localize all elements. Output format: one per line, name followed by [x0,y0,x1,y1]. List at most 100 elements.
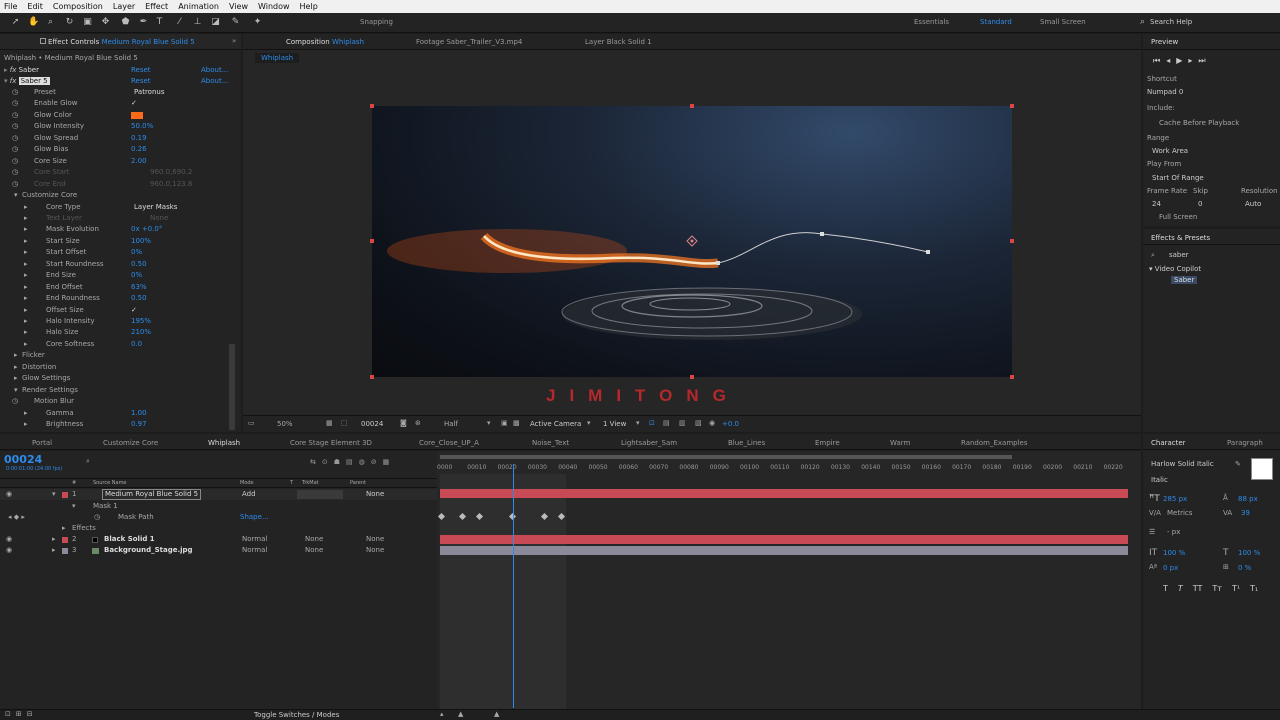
draft-3d-icon[interactable]: ⊙ [322,458,334,466]
stopwatch-icon[interactable]: ▸ [24,213,28,224]
toggle-switches-modes[interactable]: Toggle Switches / Modes [254,711,339,719]
stopwatch-icon[interactable]: ◷ [12,121,18,132]
stopwatch-icon[interactable]: ▸ [24,270,28,281]
property-row[interactable]: ▸ End Offset 63% [0,282,228,293]
stopwatch-icon[interactable]: ◷ [12,87,18,98]
property-row[interactable]: ◷ Glow Spread 0.19 [0,133,228,144]
mask-path[interactable] [717,232,929,264]
property-value[interactable]: 0x +0.0° [131,224,162,235]
chevron-down-icon[interactable]: ▾ [487,419,491,427]
stopwatch-icon[interactable]: ▸ [24,316,28,327]
layer-handle[interactable] [370,104,374,108]
zoom-slider-thumb[interactable]: ▲ [458,710,463,718]
stopwatch-icon[interactable]: ◷ [12,179,18,190]
resolution-select[interactable]: Half [444,420,458,428]
play-icon[interactable]: ▶ [1176,56,1188,65]
property-value[interactable]: 210% [131,327,151,338]
always-preview-icon[interactable]: ▭ [248,419,255,427]
search-icon[interactable]: ⌕ [1137,17,1148,28]
chevron-right-icon[interactable]: ▸ [52,545,56,556]
faux-italic-button[interactable]: T [1178,584,1183,593]
first-frame-icon[interactable]: ⏮ [1153,56,1166,65]
stopwatch-icon[interactable]: ▸ [24,339,28,350]
property-row[interactable]: ◷ Enable Glow ✓ [0,98,228,109]
effect-item-saber[interactable]: Saber [1171,276,1198,284]
property-row[interactable]: ▸ Offset Size ✓ [0,305,228,316]
tab-blue-lines[interactable]: Blue_Lines [728,439,765,447]
shape-button[interactable]: Shape... [240,512,269,523]
shape-tool-icon[interactable]: ⬟ [120,17,131,28]
property-row[interactable]: ▸ Halo Size 210% [0,327,228,338]
stopwatch-icon[interactable]: ◷ [12,144,18,155]
property-row[interactable]: ▸ Text Layer None [0,213,228,224]
layer-name[interactable]: Medium Royal Blue Solid 5 [102,489,202,500]
tab-core-close-up[interactable]: Core_Close_UP_A [419,439,479,447]
property-row[interactable]: ▸ Mask Evolution 0x +0.0° [0,224,228,235]
tab-paragraph[interactable]: Paragraph [1227,439,1263,447]
stopwatch-icon[interactable]: ▸ [24,282,28,293]
frame-blending-icon[interactable]: ▤ [346,458,359,466]
tab-composition[interactable]: Composition Whiplash [286,38,364,46]
pen-tool-icon[interactable]: ✒ [138,17,149,28]
property-value[interactable]: 0.0 [131,339,142,350]
tab-portal[interactable]: Portal [32,439,52,447]
search-icon[interactable]: ⌕ [86,457,90,466]
all-caps-button[interactable]: TT [1193,584,1203,593]
clone-stamp-tool-icon[interactable]: ⊥ [192,17,203,28]
stroke-width-field[interactable]: - px [1167,528,1180,536]
leading-field[interactable]: 88 px [1238,495,1258,503]
layer-row[interactable]: ◉ ▸ 2 Black Solid 1 Normal None None [0,534,437,545]
fast-previews-icon[interactable]: ▤ [663,419,670,427]
property-row[interactable]: ▸ Core Softness 0.0 [0,339,228,350]
chevron-down-icon[interactable]: ▾ [636,419,640,427]
exposure-reset-icon[interactable]: ◉ [709,419,715,427]
shy-icon[interactable]: ☗ [334,458,346,466]
effects-row[interactable]: ▸ Effects [0,523,437,534]
property-value[interactable]: 100% [131,236,151,247]
selection-tool-icon[interactable]: ➚ [10,17,21,28]
effect-saber5-row[interactable]: ▾ fx Saber 5 Reset About... [4,76,234,87]
pan-behind-tool-icon[interactable]: ✥ [100,17,111,28]
stopwatch-icon[interactable]: ▸ [24,419,28,430]
trkmat-select[interactable]: None [305,545,323,556]
tab-lightsaber-sam[interactable]: Lightsaber_Sam [621,439,677,447]
transparency-grid-icon[interactable]: ▩ [513,419,520,427]
about-button[interactable]: About... [201,76,228,87]
property-row[interactable]: ▸ End Size 0% [0,270,228,281]
menu-composition[interactable]: Composition [53,2,103,11]
view-layout-select[interactable]: 1 View [603,420,626,428]
stopwatch-icon[interactable]: ◷ [12,110,18,121]
work-area-bar[interactable] [440,455,1012,459]
property-row[interactable]: ◷ Core Size 2.00 [0,156,228,167]
twirl-icon[interactable]: ▸ [14,350,18,361]
reset-button[interactable]: Reset [131,65,151,76]
twirl-icon[interactable]: ▸ [14,362,18,373]
render-time-icon[interactable]: ⊡ [5,710,16,718]
layer-bar[interactable] [440,535,1128,544]
chevron-down-icon[interactable]: ▾ [587,419,591,427]
last-frame-icon[interactable]: ⏭ [1198,56,1211,65]
label-color[interactable] [62,548,68,554]
workspace-standard[interactable]: Standard [980,18,1012,26]
parent-select[interactable]: None [366,534,384,545]
range-select[interactable]: Work Area [1152,147,1188,155]
motion-blur-icon[interactable]: ◍ [359,458,371,466]
twirl-icon[interactable]: ▸ [14,373,18,384]
scrollbar[interactable] [229,344,235,430]
tracking-field[interactable]: 39 [1241,509,1250,517]
zoom-in-icon[interactable]: ▲ [494,710,499,718]
stopwatch-icon[interactable]: ▸ [24,247,28,258]
trkmat-select[interactable]: None [305,534,323,545]
property-row[interactable]: ▸ Start Size 100% [0,236,228,247]
eye-icon[interactable]: ◉ [6,534,12,545]
menu-view[interactable]: View [229,2,248,11]
layer-handle[interactable] [1010,239,1014,243]
stopwatch-icon[interactable]: ◷ [94,512,100,523]
stopwatch-icon[interactable]: ▸ [24,236,28,247]
property-row[interactable]: ▸ Brightness 0.97 [0,419,228,430]
rotate-tool-icon[interactable]: ↻ [64,17,75,28]
property-value[interactable]: ✓ [131,305,137,316]
twirl-icon[interactable]: ▾ [14,190,18,201]
lock-icon[interactable] [40,38,46,44]
layer-handle[interactable] [370,375,374,379]
